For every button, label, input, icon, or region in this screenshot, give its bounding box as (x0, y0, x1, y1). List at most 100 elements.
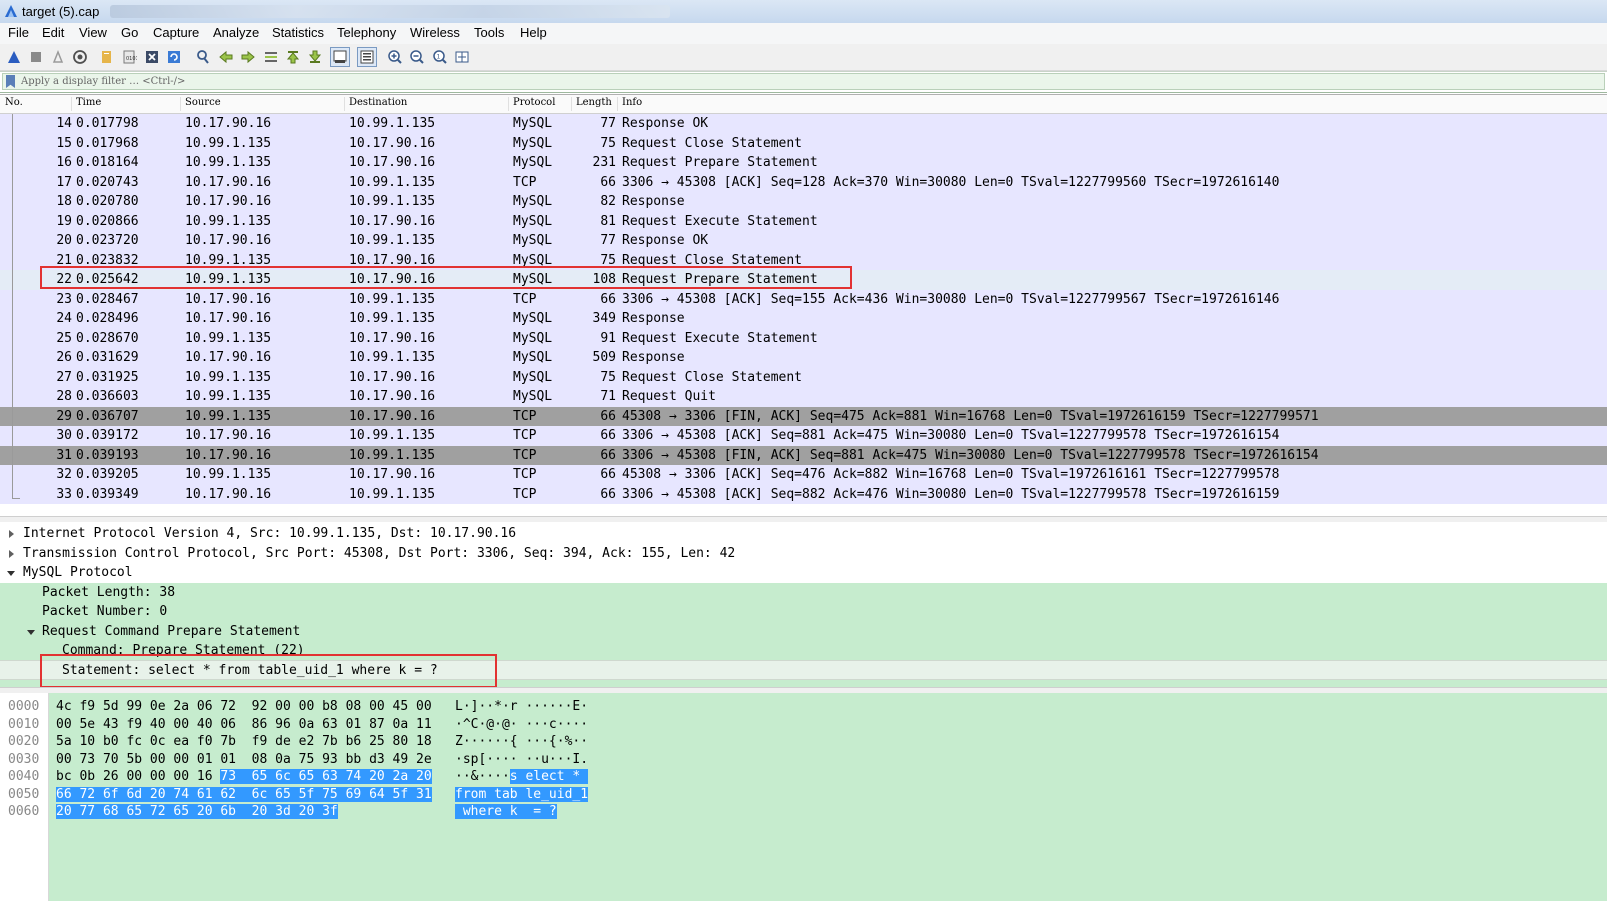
packet-row[interactable]: 27 0.031925 10.99.1.135 10.17.90.16 MySQL Req… (0, 367, 1607, 387)
menu-file[interactable]: File (8, 25, 29, 40)
go-to-packet-icon[interactable] (262, 48, 280, 66)
find-packet-icon[interactable] (194, 48, 212, 66)
capture-options-icon[interactable] (71, 48, 89, 66)
start-capture-icon[interactable] (5, 48, 23, 66)
packet-row[interactable]: 23 0.028467 10.17.90.16 10.99.1.135 TCP 3306 … (0, 289, 1607, 309)
ascii-selected: s elect * (509, 769, 589, 784)
menu-help[interactable]: Help (520, 25, 547, 40)
col-separator[interactable] (180, 97, 181, 111)
col-source[interactable]: Source (185, 97, 221, 108)
packet-time: 0.020743 (76, 174, 139, 190)
col-length[interactable]: Length (576, 97, 612, 108)
menu-analyze[interactable]: Analyze (213, 25, 259, 40)
menu-capture[interactable]: Capture (153, 25, 199, 40)
packet-row[interactable]: 15 0.017968 10.99.1.135 10.17.90.16 MySQL Req… (0, 133, 1607, 153)
col-separator[interactable] (71, 97, 72, 111)
bytes-row[interactable]: 0050 66 72 6f 6d 20 74 61 62 6c 65 5f 75 … (0, 786, 1607, 804)
packet-row[interactable]: 19 0.020866 10.99.1.135 10.17.90.16 MySQL Req… (0, 211, 1607, 231)
bytes-row[interactable]: 0040 bc 0b 26 00 00 00 16 73 65 6c 65 63 … (0, 768, 1607, 786)
resize-columns-icon[interactable] (453, 48, 471, 66)
packet-row[interactable]: 18 0.020780 10.17.90.16 10.99.1.135 MySQL Res… (0, 192, 1607, 212)
packet-row[interactable]: 17 0.020743 10.17.90.16 10.99.1.135 TCP 3306 … (0, 172, 1607, 192)
go-back-icon[interactable] (217, 48, 235, 66)
packet-row[interactable]: 16 0.018164 10.99.1.135 10.17.90.16 MySQL Req… (0, 153, 1607, 173)
col-protocol[interactable]: Protocol (513, 97, 555, 108)
col-no[interactable]: No. (5, 97, 23, 108)
menu-edit[interactable]: Edit (42, 25, 64, 40)
detail-row-mysql[interactable]: MySQL Protocol (0, 563, 1607, 583)
packet-row[interactable]: 14 0.017798 10.17.90.16 10.99.1.135 MySQL Res… (0, 114, 1607, 134)
last-packet-icon[interactable] (306, 48, 324, 66)
packet-row[interactable]: 32 0.039205 10.99.1.135 10.17.90.16 TCP 45308… (0, 465, 1607, 485)
col-info[interactable]: Info (622, 97, 642, 108)
save-file-icon[interactable]: 0101 (120, 48, 138, 66)
packet-proto: MySQL (513, 330, 553, 346)
packet-src: 10.17.90.16 (185, 233, 272, 248)
menu-telephony[interactable]: Telephony (337, 25, 396, 40)
collapse-arrow-icon[interactable] (27, 629, 35, 635)
col-time[interactable]: Time (76, 97, 101, 108)
packet-row[interactable]: 26 0.031629 10.17.90.16 10.99.1.135 MySQL Res… (0, 348, 1607, 368)
packet-row[interactable]: 25 0.028670 10.99.1.135 10.17.90.16 MySQL Req… (0, 328, 1607, 348)
packet-length: 77 (600, 116, 616, 131)
expand-arrow-icon[interactable] (9, 530, 14, 538)
packet-row[interactable]: 30 0.039172 10.17.90.16 10.99.1.135 TCP 3306 … (0, 426, 1607, 446)
detail-row-packet-number[interactable]: Packet Number: 0 (0, 602, 1607, 622)
col-destination[interactable]: Destination (349, 97, 407, 108)
packet-src: 10.17.90.16 (185, 447, 272, 463)
zoom-in-icon[interactable] (386, 48, 404, 66)
zoom-out-icon[interactable] (408, 48, 426, 66)
packet-proto: MySQL (513, 369, 553, 385)
byte-offset: 0050 (8, 786, 40, 802)
packet-proto: MySQL (513, 233, 553, 248)
menu-tools[interactable]: Tools (474, 25, 504, 40)
packet-dst: 10.99.1.135 (349, 486, 436, 502)
detail-row-packet-length[interactable]: Packet Length: 38 (0, 582, 1607, 602)
packet-dst: 10.99.1.135 (349, 116, 436, 131)
menu-statistics[interactable]: Statistics (272, 25, 324, 40)
packet-length: 66 (600, 467, 616, 482)
menu-view[interactable]: View (79, 25, 107, 40)
zoom-reset-icon[interactable]: 1 (431, 48, 449, 66)
packet-proto: TCP (513, 291, 537, 307)
packet-dst: 10.17.90.16 (349, 369, 436, 385)
detail-row-tcp[interactable]: Transmission Control Protocol, Src Port:… (0, 544, 1607, 564)
bytes-row[interactable]: 0020 5a 10 b0 fc 0c ea f0 7b f9 de e2 7b … (0, 733, 1607, 751)
packet-row[interactable]: 31 0.039193 10.17.90.16 10.99.1.135 TCP 3306 … (0, 445, 1607, 465)
bytes-row[interactable]: 0060 20 77 68 65 72 65 20 6b 20 3d 20 3f … (0, 803, 1607, 821)
conversation-bracket-end (12, 498, 20, 499)
bytes-row[interactable]: 0030 00 73 70 5b 00 00 01 01 08 0a 75 93 … (0, 751, 1607, 769)
col-separator[interactable] (617, 97, 618, 111)
packet-number: 14 (56, 116, 72, 131)
stop-capture-icon[interactable] (27, 48, 45, 66)
detail-row-request-command[interactable]: Request Command Prepare Statement (0, 621, 1607, 641)
first-packet-icon[interactable] (284, 48, 302, 66)
reload-file-icon[interactable] (165, 48, 183, 66)
display-filter-input[interactable] (21, 74, 1581, 89)
bytes-row[interactable]: 0000 4c f9 5d 99 0e 2a 06 72 92 00 00 b8 … (0, 698, 1607, 716)
packet-time: 0.028670 (76, 330, 139, 346)
close-file-icon[interactable] (143, 48, 161, 66)
packet-row[interactable]: 29 0.036707 10.99.1.135 10.17.90.16 TCP 45308… (0, 406, 1607, 426)
packet-dst: 10.17.90.16 (349, 330, 436, 346)
packet-length: 77 (600, 233, 616, 248)
col-separator[interactable] (571, 97, 572, 111)
packet-row[interactable]: 20 0.023720 10.17.90.16 10.99.1.135 MySQL Res… (0, 231, 1607, 251)
auto-scroll-icon[interactable] (330, 47, 350, 67)
hex-selected: 66 72 6f 6d 20 74 61 62 6c 65 5f 75 69 6… (56, 786, 432, 802)
bytes-row[interactable]: 0010 00 5e 43 f9 40 00 40 06 86 96 0a 63 … (0, 716, 1607, 734)
open-file-icon[interactable] (98, 48, 116, 66)
packet-row[interactable]: 33 0.039349 10.17.90.16 10.99.1.135 TCP 3306 … (0, 484, 1607, 504)
colorize-packets-icon[interactable] (357, 47, 377, 67)
restart-capture-icon[interactable] (49, 48, 67, 66)
menu-wireless[interactable]: Wireless (410, 25, 460, 40)
packet-row[interactable]: 24 0.028496 10.17.90.16 10.99.1.135 MySQL Res… (0, 309, 1607, 329)
packet-row[interactable]: 28 0.036603 10.99.1.135 10.17.90.16 MySQL Req… (0, 387, 1607, 407)
go-forward-icon[interactable] (239, 48, 257, 66)
menu-go[interactable]: Go (121, 25, 138, 40)
detail-row-ipv4[interactable]: Internet Protocol Version 4, Src: 10.99.… (0, 524, 1607, 544)
col-separator[interactable] (508, 97, 509, 111)
expand-arrow-icon[interactable] (9, 549, 14, 558)
col-separator[interactable] (344, 97, 345, 111)
collapse-arrow-icon[interactable] (7, 571, 15, 576)
